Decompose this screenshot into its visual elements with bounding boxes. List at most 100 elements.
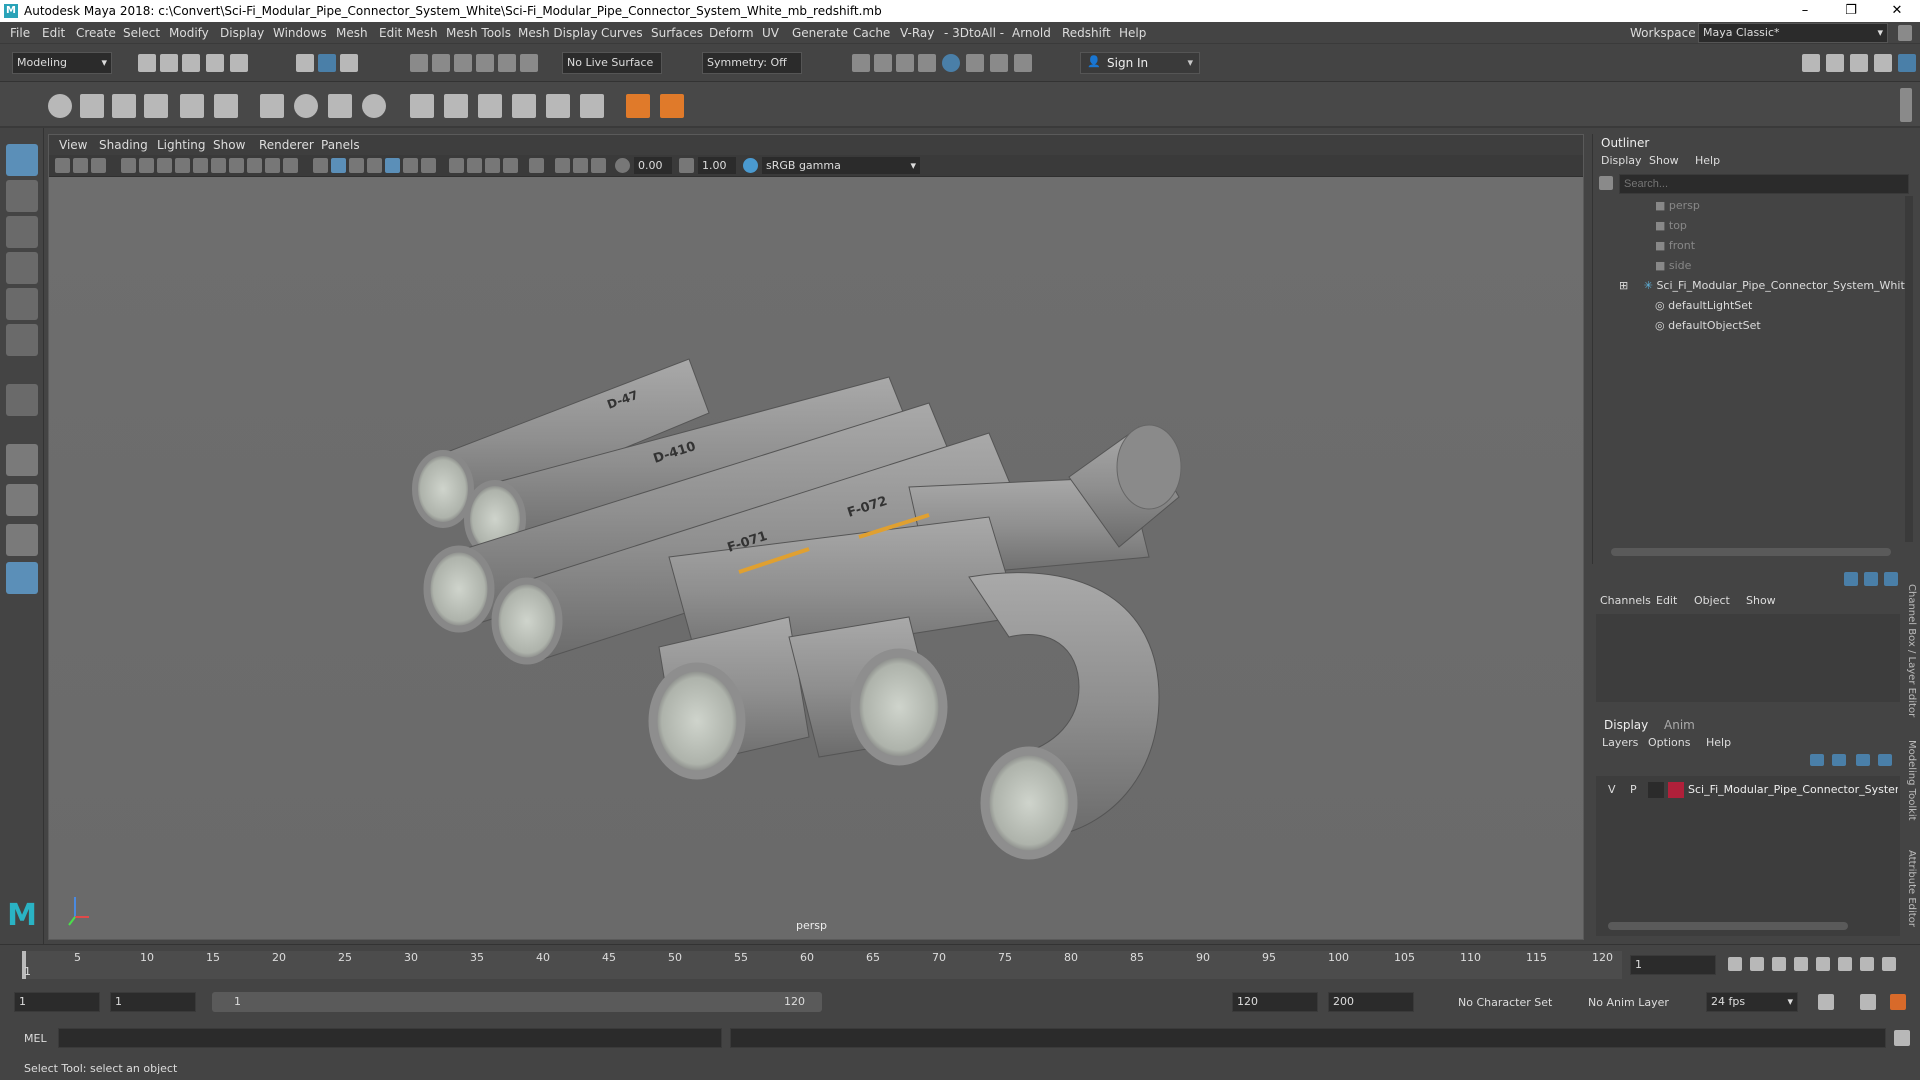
vp-menu-shading[interactable]: Shading xyxy=(99,138,148,152)
menu-3dtoall[interactable]: - 3DtoAll - xyxy=(944,26,1004,40)
pause-render-icon[interactable] xyxy=(1014,54,1032,72)
wireframe-on-shaded-icon[interactable] xyxy=(367,158,382,173)
bookmark-icon[interactable] xyxy=(91,158,106,173)
menu-generate[interactable]: Generate xyxy=(792,26,848,40)
lights-icon[interactable] xyxy=(403,158,418,173)
ipr-render-icon[interactable] xyxy=(896,54,914,72)
animation-start-field[interactable]: 1 xyxy=(14,992,100,1012)
script-language-label[interactable]: MEL xyxy=(24,1032,47,1045)
sine-deformer-icon[interactable] xyxy=(546,94,570,118)
pencil-curve-icon[interactable] xyxy=(144,94,168,118)
close-button[interactable]: ✕ xyxy=(1874,0,1920,22)
layer-display-type[interactable] xyxy=(1648,782,1664,798)
undo-icon[interactable] xyxy=(206,54,224,72)
layer-menu-layers[interactable]: Layers xyxy=(1602,736,1638,749)
step-back-key-icon[interactable] xyxy=(1750,957,1764,971)
2d-pan-icon[interactable] xyxy=(139,158,154,173)
menu-edit[interactable]: Edit xyxy=(42,26,65,40)
exposure-icon[interactable] xyxy=(615,158,630,173)
xray-icon[interactable] xyxy=(555,158,570,173)
save-scene-icon[interactable] xyxy=(182,54,200,72)
side-tab-channel-box[interactable]: Channel Box / Layer Editor xyxy=(1906,584,1917,724)
anti-aliasing-icon[interactable] xyxy=(485,158,500,173)
menu-edit-mesh[interactable]: Edit Mesh xyxy=(379,26,438,40)
menu-file[interactable]: File xyxy=(10,26,30,40)
isolate-select-icon[interactable] xyxy=(529,158,544,173)
character-set-dropdown[interactable]: No Character Set xyxy=(1458,996,1552,1009)
open-scene-icon[interactable] xyxy=(160,54,178,72)
outliner-item-side[interactable]: ■ side xyxy=(1655,256,1691,276)
new-layer-selected-icon[interactable] xyxy=(1878,754,1892,766)
soft-modify-icon[interactable] xyxy=(6,384,38,416)
script-editor-icon[interactable] xyxy=(1894,1030,1910,1046)
layer-color-swatch[interactable] xyxy=(1668,782,1684,798)
menu-curves[interactable]: Curves xyxy=(601,26,643,40)
grease-pencil-icon[interactable] xyxy=(157,158,172,173)
select-tool-icon[interactable] xyxy=(6,144,38,176)
wave-deformer-icon[interactable] xyxy=(580,94,604,118)
menu-windows[interactable]: Windows xyxy=(273,26,327,40)
animation-end-field[interactable]: 200 xyxy=(1328,992,1414,1012)
expand-icon[interactable]: ⊞ xyxy=(1619,279,1632,292)
go-to-start-icon[interactable] xyxy=(1728,957,1742,971)
bend-deformer-icon[interactable] xyxy=(410,94,434,118)
move-tool-icon[interactable] xyxy=(6,252,38,284)
channel-box-icon[interactable] xyxy=(1874,54,1892,72)
command-input[interactable] xyxy=(58,1028,722,1048)
gate-mask-icon[interactable] xyxy=(229,158,244,173)
range-bar[interactable]: 1 120 xyxy=(212,992,822,1012)
color-management-icon[interactable] xyxy=(743,158,758,173)
cv-curve-icon[interactable] xyxy=(112,94,136,118)
attribute-editor-icon[interactable] xyxy=(1826,54,1844,72)
menu-mesh-tools[interactable]: Mesh Tools xyxy=(446,26,511,40)
layer-editor-icon[interactable] xyxy=(1898,54,1916,72)
hypershade-icon[interactable] xyxy=(966,54,984,72)
filter-icon[interactable] xyxy=(1599,176,1613,190)
channel-menu-channels[interactable]: Channels xyxy=(1600,594,1651,607)
camera-select-icon[interactable] xyxy=(55,158,70,173)
menu-vray[interactable]: V-Ray xyxy=(900,26,934,40)
workspace-dropdown[interactable]: Maya Classic* ▾ xyxy=(1698,23,1888,43)
smooth-shade-icon[interactable] xyxy=(331,158,346,173)
anim-layer-dropdown[interactable]: No Anim Layer xyxy=(1588,996,1669,1009)
step-back-frame-icon[interactable] xyxy=(1772,957,1786,971)
side-tab-modeling-toolkit[interactable]: Modeling Toolkit xyxy=(1906,740,1917,840)
joint-icon[interactable] xyxy=(214,94,238,118)
auto-key-icon[interactable] xyxy=(1860,994,1876,1010)
render-frame-icon[interactable] xyxy=(874,54,892,72)
time-slider[interactable]: 1 5 10 15 20 25 30 35 40 45 50 55 60 65 … xyxy=(0,944,1920,984)
outliner-item-front[interactable]: ■ front xyxy=(1655,236,1695,256)
single-view-icon[interactable] xyxy=(6,444,38,476)
layer-menu-help[interactable]: Help xyxy=(1706,736,1731,749)
ambient-occlusion-icon[interactable] xyxy=(449,158,464,173)
new-scene-icon[interactable] xyxy=(138,54,156,72)
cross-orange-icon[interactable] xyxy=(660,94,684,118)
plus-orange-icon[interactable] xyxy=(626,94,650,118)
outliner-vscrollbar[interactable] xyxy=(1905,196,1913,542)
menu-arnold[interactable]: Arnold xyxy=(1012,26,1051,40)
menu-modify[interactable]: Modify xyxy=(169,26,209,40)
time-ruler[interactable]: 1 5 10 15 20 25 30 35 40 45 50 55 60 65 … xyxy=(22,951,1622,979)
menu-mesh-display[interactable]: Mesh Display xyxy=(518,26,598,40)
render-region-icon[interactable] xyxy=(990,54,1008,72)
modeling-toolkit-icon[interactable] xyxy=(1802,54,1820,72)
play-forward-icon[interactable] xyxy=(1816,957,1830,971)
vp-menu-view[interactable]: View xyxy=(59,138,87,152)
camera-attr-icon[interactable] xyxy=(73,158,88,173)
channel-box-area[interactable] xyxy=(1596,614,1900,702)
outliner-menu-display[interactable]: Display xyxy=(1601,154,1642,167)
cube-icon[interactable] xyxy=(328,94,352,118)
lock-icon[interactable] xyxy=(1898,25,1912,41)
outliner-view-icon[interactable] xyxy=(6,562,38,594)
menu-surfaces[interactable]: Surfaces xyxy=(651,26,703,40)
vp-menu-show[interactable]: Show xyxy=(213,138,245,152)
tool-settings-toggle-icon[interactable] xyxy=(1884,572,1898,586)
four-view-icon[interactable] xyxy=(6,484,38,516)
textured-icon[interactable] xyxy=(385,158,400,173)
snap-point-icon[interactable] xyxy=(454,54,472,72)
layer-tab-anim[interactable]: Anim xyxy=(1664,718,1695,732)
minimize-button[interactable]: – xyxy=(1782,0,1828,22)
snap-grid-icon[interactable] xyxy=(410,54,428,72)
vp-menu-renderer[interactable]: Renderer xyxy=(259,138,314,152)
channel-box-toggle-icon[interactable] xyxy=(1844,572,1858,586)
